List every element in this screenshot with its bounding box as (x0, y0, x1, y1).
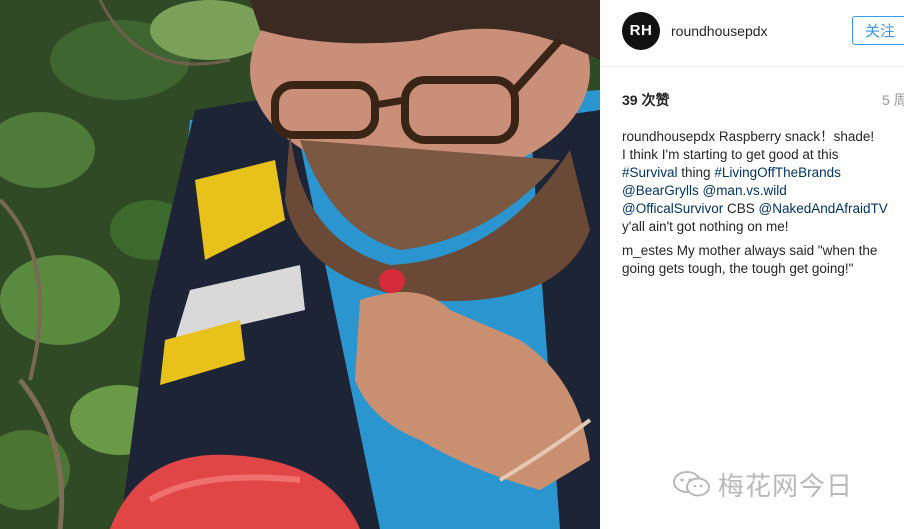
mention-link[interactable]: @NakedAndAfraidTV (759, 201, 888, 216)
comment-author-link[interactable]: roundhousepdx (622, 129, 715, 144)
comment-text: My mother always said "when the (676, 243, 878, 258)
comment-line: going gets tough, the tough get going!" (622, 260, 904, 278)
post-side-panel: RH roundhousepdx 关注 39 次赞 5 周 roundhouse… (600, 0, 904, 529)
comment-line: @OfficalSurvivor CBS @NakedAndAfraidTV (622, 200, 904, 218)
comment-text: y'all ain't got nothing on me! (622, 219, 789, 234)
caption-comment: roundhousepdx Raspberry snack！shade! I t… (622, 128, 904, 236)
wechat-icon (673, 471, 710, 497)
watermark: 梅花网今日 (672, 466, 853, 502)
comment-line: m_estes My mother always said "when the (622, 242, 904, 260)
post-photo[interactable] (0, 0, 600, 529)
username-link[interactable]: roundhousepdx (671, 23, 768, 39)
comment-line: #Survival thing #LivingOffTheBrands (622, 164, 904, 182)
mention-link[interactable]: @OfficalSurvivor (622, 201, 723, 216)
avatar[interactable]: RH (622, 12, 660, 50)
comment-text: going gets tough, the tough get going!" (622, 261, 854, 276)
watermark-text: 梅花网今日 (718, 470, 854, 501)
comment-text: I think I'm starting to get good at this (622, 147, 839, 162)
post-time[interactable]: 5 周 (882, 90, 904, 110)
comment-line: I think I'm starting to get good at this (622, 146, 904, 164)
mention-link[interactable]: @BearGrylls (622, 183, 699, 198)
comment-text: CBS (723, 201, 759, 216)
comment-text: Raspberry snack！shade! (718, 129, 875, 144)
post-header: RH roundhousepdx 关注 (600, 0, 904, 67)
comment-line: roundhousepdx Raspberry snack！shade! (622, 128, 904, 146)
mention-link[interactable]: @man.vs.wild (702, 183, 786, 198)
like-count[interactable]: 39 次赞 (622, 90, 669, 110)
hashtag-link[interactable]: #Survival (622, 165, 678, 180)
follow-button[interactable]: 关注 (852, 16, 904, 45)
comment-line: y'all ain't got nothing on me! (622, 218, 904, 236)
comment-author-link[interactable]: m_estes (622, 243, 673, 258)
comment-item: m_estes My mother always said "when the … (622, 242, 904, 278)
hashtag-link[interactable]: #LivingOffTheBrands (714, 165, 841, 180)
comment-text: thing (677, 165, 715, 180)
comment-list: roundhousepdx Raspberry snack！shade! I t… (622, 128, 904, 284)
comment-line: @BearGrylls @man.vs.wild (622, 182, 904, 200)
